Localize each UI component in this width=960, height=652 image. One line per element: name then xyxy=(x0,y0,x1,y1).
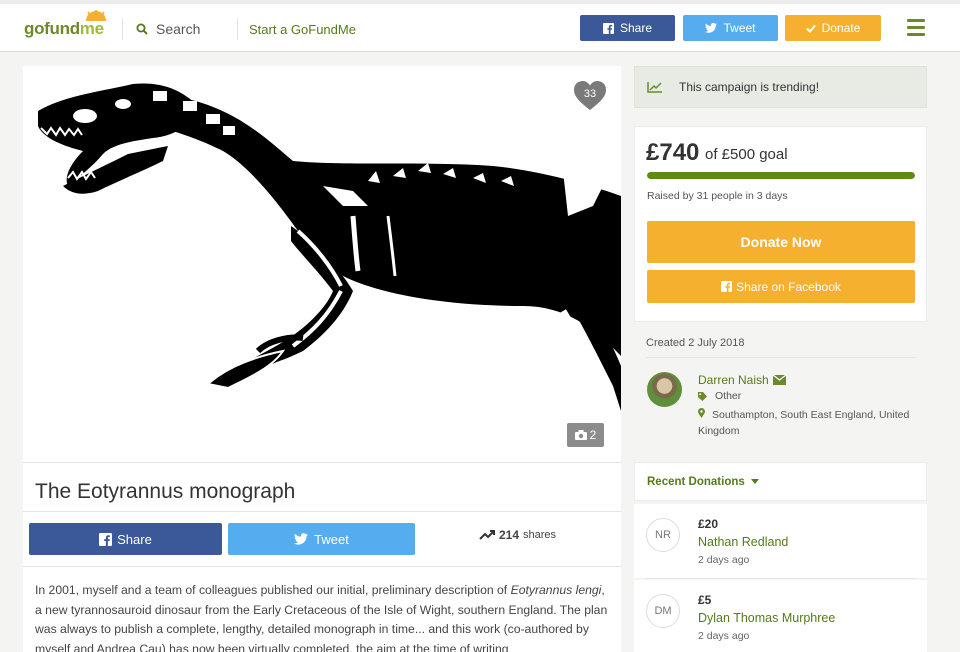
progress-fill xyxy=(647,172,915,179)
campaign-description: In 2001, myself and a team of colleagues… xyxy=(35,581,613,652)
trending-banner: This campaign is trending! xyxy=(634,66,927,108)
donation-amount: £20 xyxy=(698,517,719,531)
campaign-title: The Eotyrannus monograph xyxy=(35,480,296,503)
shares-label: shares xyxy=(523,529,557,541)
logo-sun-icon xyxy=(86,10,106,21)
donate-now-button[interactable]: Donate Now xyxy=(647,221,915,263)
facebook-icon xyxy=(602,22,614,34)
top-stripe xyxy=(0,0,960,4)
header-donate-label: Donate xyxy=(821,21,861,35)
twitter-icon xyxy=(294,533,309,545)
trending-chart-icon xyxy=(647,82,662,93)
campaign-main: 33 2 The Eotyrannus monograph Share Twee… xyxy=(23,66,621,652)
location-pin-icon xyxy=(698,407,712,423)
divider xyxy=(23,511,621,512)
organizer-location: Southampton, South East England, United … xyxy=(698,407,923,439)
heart-count: 33 xyxy=(583,88,597,100)
goal-card: £740 of £500 goal Raised by 31 people in… xyxy=(634,126,927,322)
created-date: Created 2 July 2018 xyxy=(646,337,745,349)
facebook-icon xyxy=(99,532,113,546)
camera-icon xyxy=(574,430,587,440)
photo-count: 2 xyxy=(589,428,597,442)
trending-icon xyxy=(479,530,495,540)
search-icon xyxy=(136,23,148,35)
campaign-image[interactable]: 33 2 xyxy=(23,66,621,462)
divider xyxy=(23,462,621,463)
trending-text: This campaign is trending! xyxy=(679,80,820,94)
share-on-facebook-button[interactable]: Share on Facebook xyxy=(647,270,915,303)
organizer-name-text: Darren Naish xyxy=(698,373,769,387)
organizer-name[interactable]: Darren Naish xyxy=(698,373,786,387)
progress-bar xyxy=(647,172,915,179)
share-label: Share xyxy=(117,531,152,547)
tweet-label: Tweet xyxy=(314,531,349,547)
header-share-button[interactable]: Share xyxy=(580,15,675,41)
donation-item: NR £20 Nathan Redland 2 days ago xyxy=(634,504,927,578)
start-gofundme-link[interactable]: Start a GoFundMe xyxy=(249,22,356,37)
divider xyxy=(23,566,621,567)
photo-count-badge[interactable]: 2 xyxy=(567,423,604,447)
tweet-button[interactable]: Tweet xyxy=(228,523,415,555)
share-button[interactable]: Share xyxy=(29,523,222,555)
donor-initials: NR xyxy=(646,518,680,552)
divider xyxy=(646,357,916,358)
search-label: Search xyxy=(156,21,201,37)
twitter-icon xyxy=(705,23,718,33)
organizer-category-text: Other xyxy=(715,390,742,402)
donation-time: 2 days ago xyxy=(698,630,750,642)
header-tweet-label: Tweet xyxy=(723,21,756,35)
nav-divider xyxy=(237,18,238,40)
tag-icon xyxy=(698,391,707,401)
menu-icon[interactable] xyxy=(907,19,925,40)
header-share-label: Share xyxy=(619,21,653,35)
donation-item: DM £5 Dylan Thomas Murphree 2 days ago xyxy=(634,580,927,652)
envelope-icon[interactable] xyxy=(772,375,786,385)
organizer-category: Other xyxy=(698,390,741,402)
donor-name: Nathan Redland xyxy=(698,535,789,549)
header-donate-button[interactable]: Donate xyxy=(785,15,881,41)
donation-time: 2 days ago xyxy=(698,554,750,566)
description-italic-genus: Eotyrannus xyxy=(510,583,573,597)
goal-text: of £500 goal xyxy=(705,146,788,163)
organizer-location-text: Southampton, South East England, United … xyxy=(698,409,910,437)
shares-count: 214 xyxy=(499,528,520,542)
recent-donations-label: Recent Donations xyxy=(647,475,745,488)
top-navigation-bar: gofundme Search Start a GoFundMe Share T… xyxy=(0,0,960,52)
logo-fund: fund xyxy=(44,19,80,38)
gofundme-logo[interactable]: gofundme xyxy=(24,19,104,39)
shares-counter: 214 shares xyxy=(479,528,556,542)
heart-icon[interactable]: 33 xyxy=(573,80,607,112)
share-on-facebook-label: Share on Facebook xyxy=(736,279,841,294)
logo-go: go xyxy=(24,19,45,38)
check-icon xyxy=(805,24,816,33)
recent-donations-dropdown[interactable]: Recent Donations xyxy=(634,462,927,501)
dinosaur-skeleton-illustration xyxy=(38,83,621,411)
avatar[interactable] xyxy=(647,372,682,407)
header-tweet-button[interactable]: Tweet xyxy=(683,15,778,41)
description-italic-species: lengi xyxy=(575,583,602,597)
donation-amount: £5 xyxy=(698,593,712,607)
raised-by-text: Raised by 31 people in 3 days xyxy=(647,190,788,202)
divider xyxy=(646,578,916,579)
caret-down-icon xyxy=(750,479,759,484)
facebook-icon xyxy=(721,281,733,292)
raised-amount: £740 xyxy=(646,139,700,166)
nav-divider xyxy=(122,18,123,40)
search-link[interactable]: Search xyxy=(136,21,200,37)
donor-name: Dylan Thomas Murphree xyxy=(698,611,836,625)
donor-initials: DM xyxy=(646,594,680,628)
description-text: In 2001, myself and a team of colleagues… xyxy=(35,583,511,597)
